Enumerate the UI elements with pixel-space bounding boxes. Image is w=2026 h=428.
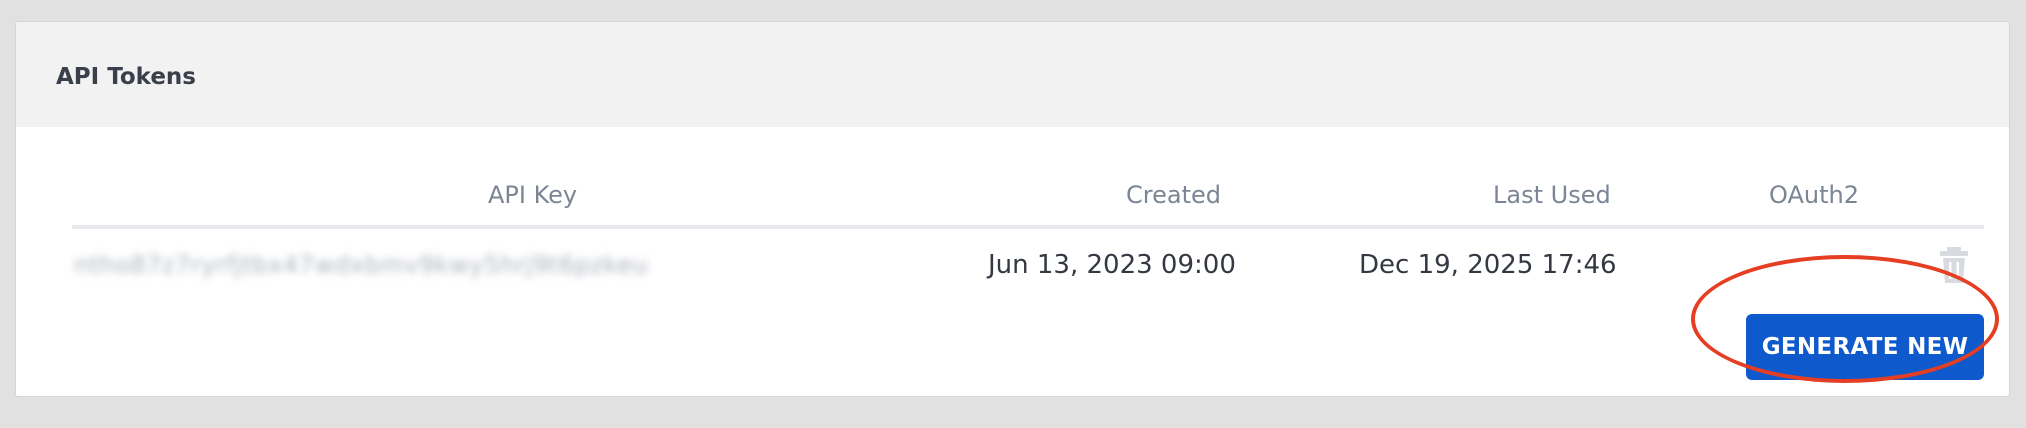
api-tokens-card: API Tokens API Key Created Last Used OAu… [15,21,2010,397]
created-value: Jun 13, 2023 09:00 [988,250,1236,280]
page-title: API Tokens [56,64,196,90]
generate-new-button[interactable]: GENERATE NEW [1746,314,1984,380]
column-header-last-used: Last Used [1493,181,1611,209]
last-used-value: Dec 19, 2025 17:46 [1359,250,1617,280]
column-header-oauth2: OAuth2 [1769,181,1859,209]
table-header-divider [72,225,1984,229]
api-key-value[interactable]: ntho87z7ryrfjtbx47wdxbmv9kwy5hrj9t6pzkeu [74,250,648,280]
trash-icon[interactable] [1935,245,1973,285]
card-header: API Tokens [16,22,2009,127]
column-header-api-key: API Key [488,181,578,209]
column-header-created: Created [1126,181,1221,209]
